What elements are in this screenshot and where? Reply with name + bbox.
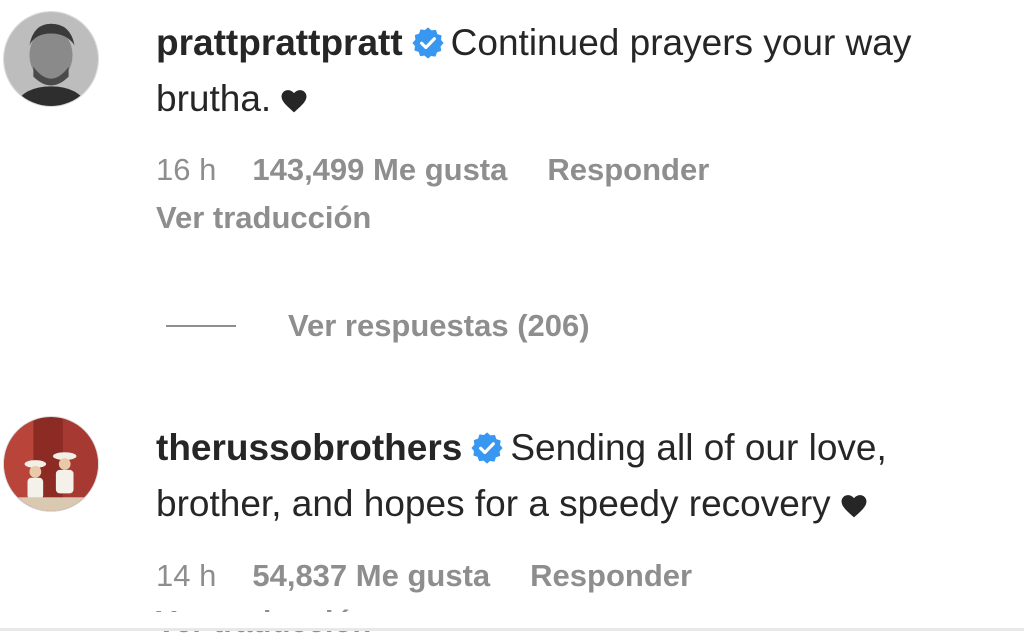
replies-divider-line [166, 325, 236, 327]
heart-icon [281, 89, 307, 113]
comment-username[interactable]: therussobrothers [156, 427, 462, 468]
view-replies-button[interactable]: Ver respuestas (206) [166, 306, 590, 346]
comment-username[interactable]: prattprattpratt [156, 22, 403, 63]
comment-meta: 14 h 54,837 Me gusta Responder [156, 558, 692, 594]
verified-badge-icon [411, 26, 445, 60]
reply-button[interactable]: Responder [547, 152, 709, 188]
avatar-image [4, 417, 98, 511]
like-count-button[interactable]: 143,499 Me gusta [252, 152, 507, 188]
like-count-button[interactable]: 54,837 Me gusta [252, 558, 490, 594]
comment-meta: 16 h 143,499 Me gusta Responder [156, 152, 709, 188]
reply-button[interactable]: Responder [530, 558, 692, 594]
view-replies-label: Ver respuestas (206) [288, 308, 590, 343]
comment-body: therussobrothers Sending all of our love,… [156, 420, 1018, 532]
see-translation-button[interactable]: Ver traducción [156, 200, 371, 236]
verified-badge-icon [470, 431, 504, 465]
avatar[interactable] [3, 416, 99, 512]
comment-timestamp: 14 h [156, 558, 217, 593]
avatar[interactable] [3, 11, 99, 107]
avatar-image [4, 12, 98, 106]
comment-timestamp: 16 h [156, 152, 217, 187]
comment-body: prattprattpratt Continued prayers your wa… [156, 15, 1018, 127]
heart-icon [841, 494, 867, 518]
